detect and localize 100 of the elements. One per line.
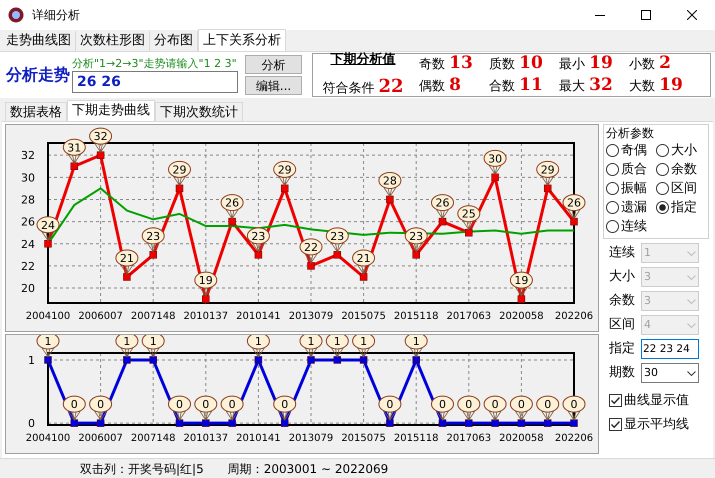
data-point	[465, 228, 473, 236]
stat-value: 奇数 13	[419, 53, 474, 75]
data-point	[360, 356, 368, 364]
data-point	[149, 356, 157, 364]
stat-value: 小数 2	[629, 53, 672, 75]
axis-tick-label: 2015075	[341, 311, 386, 322]
group-title: 分析参数	[606, 125, 655, 141]
value-balloon: 29	[273, 160, 296, 186]
axis-tick-label: 30	[21, 171, 35, 184]
value-balloon: 29	[536, 160, 560, 186]
trend-input[interactable]: 26 26	[72, 71, 238, 93]
data-label: 1	[44, 334, 52, 348]
axis-tick-label: 24	[21, 238, 35, 251]
radio-option[interactable]: 区间	[656, 179, 706, 198]
value-balloon: 0	[89, 396, 112, 421]
value-balloon: 0	[273, 396, 296, 421]
value-field[interactable]: 22 23 24	[641, 339, 699, 359]
data-point	[518, 419, 526, 427]
setting-label: 区间	[609, 316, 636, 334]
value-balloon: 23	[326, 227, 349, 253]
value-balloon: 1	[404, 335, 428, 358]
data-label: 29	[278, 163, 292, 176]
radio-option[interactable]: 大小	[656, 141, 706, 160]
radio-option[interactable]: 指定	[656, 198, 706, 217]
data-point	[123, 273, 131, 281]
data-label: 0	[176, 398, 183, 412]
setting-label: 大小	[609, 268, 636, 286]
window-title: 详细分析	[32, 7, 80, 24]
data-point	[228, 218, 236, 226]
data-point	[412, 356, 420, 364]
tab[interactable]: 次数柱形图	[76, 31, 150, 51]
axis-tick-label: 2013079	[288, 311, 334, 322]
value-balloon: 1	[115, 335, 138, 358]
condition-line: 符合条件 22	[322, 74, 404, 99]
data-point	[280, 184, 288, 192]
axis-tick-label: 2004100	[26, 433, 70, 444]
axis-tick-label: 2010137	[184, 311, 228, 322]
stat-value: 最小 19	[559, 53, 614, 75]
radio-option[interactable]: 余数	[656, 160, 706, 179]
radio-option[interactable]: 奇偶	[606, 141, 656, 160]
data-label: 26	[436, 196, 450, 210]
data-point	[544, 419, 552, 427]
data-point	[70, 419, 78, 427]
data-point	[334, 356, 342, 364]
data-point	[518, 295, 526, 303]
data-label: 31	[67, 141, 82, 154]
chevron-icon	[687, 274, 696, 280]
axis-tick-label: 2007148	[130, 311, 176, 322]
chevron-icon	[687, 250, 696, 256]
value-balloon: 0	[62, 396, 86, 421]
data-label: 24	[41, 218, 55, 232]
tab[interactable]: 下期走势曲线	[67, 100, 155, 121]
status-text: 双击列：开奖号码|红|5	[80, 460, 204, 478]
value-balloon: 0	[168, 396, 191, 421]
data-point	[254, 356, 262, 364]
close-icon	[687, 10, 697, 20]
status-text: 周期：2003001 ~ 2022069	[228, 460, 388, 478]
axis-tick-label: 2004100	[26, 311, 70, 322]
analyze-button[interactable]: 分析	[245, 55, 302, 74]
axis-tick-label: 2015118	[394, 311, 438, 322]
value-balloon: 1	[36, 335, 60, 358]
tab[interactable]: 走势曲线图	[2, 31, 76, 51]
data-label: 23	[330, 230, 344, 243]
data-label: 28	[382, 174, 397, 188]
value-balloon: 0	[431, 396, 454, 421]
chevron-icon	[687, 298, 696, 304]
value-balloon: 1	[352, 335, 376, 358]
radio-option[interactable]: 质合	[606, 160, 656, 179]
data-point	[386, 196, 394, 204]
hint-text: 分析"1→2→3"走势请输入"1 2 3"	[72, 57, 238, 71]
data-label: 30	[488, 152, 502, 166]
value-balloon: 0	[457, 396, 480, 421]
checkbox-option[interactable]: 曲线显示值	[609, 391, 713, 410]
setting-label: 期数	[609, 364, 636, 382]
axis-tick-label: 2007148	[130, 433, 176, 444]
dropdown[interactable]: 30	[641, 363, 699, 383]
data-label: 23	[146, 230, 160, 243]
tab[interactable]: 上下关系分析	[198, 29, 286, 51]
data-label: 0	[518, 398, 525, 412]
data-label: 1	[254, 334, 262, 348]
data-label: 0	[202, 398, 210, 412]
data-label: 0	[70, 398, 78, 412]
data-label: 19	[514, 274, 528, 288]
axis-tick-label: 2017063	[446, 311, 492, 322]
radio-option[interactable]: 连续	[606, 217, 656, 236]
data-label: 21	[120, 252, 134, 265]
checkbox-option[interactable]: 显示平均线	[609, 414, 713, 434]
minimize-icon	[595, 14, 605, 16]
value-balloon: 32	[89, 128, 112, 153]
data-point	[44, 240, 52, 248]
app-icon	[8, 7, 24, 23]
data-label: 23	[251, 230, 266, 243]
radio-option[interactable]: 振幅	[606, 179, 656, 198]
radio-option[interactable]: 遗漏	[606, 198, 656, 217]
data-point	[70, 162, 78, 170]
value-balloon: 23	[404, 227, 428, 253]
axis-tick-label: 0	[28, 417, 35, 430]
axis-tick-label: 32	[21, 149, 35, 162]
data-point	[334, 251, 342, 259]
edit-button[interactable]: 编辑...	[245, 76, 302, 95]
